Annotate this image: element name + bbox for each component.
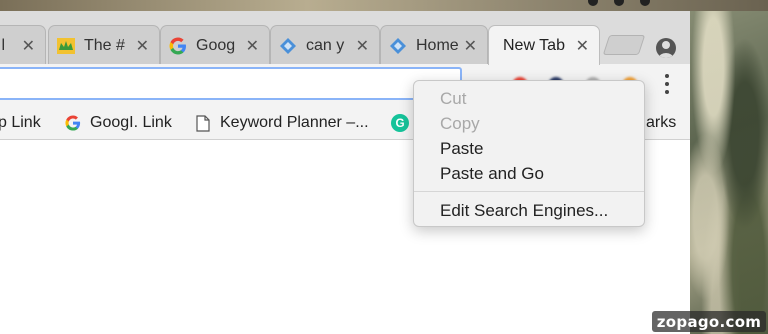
profile-icon[interactable] <box>656 38 676 58</box>
tab-4[interactable]: can y ✕ <box>270 25 380 65</box>
close-icon[interactable]: ✕ <box>356 36 369 56</box>
menu-item-cut[interactable]: Cut <box>414 86 644 111</box>
page-icon <box>194 114 212 132</box>
tab-label: New Tab <box>503 36 565 54</box>
bookmark-label: GoogI. Link <box>90 114 172 131</box>
new-tab-button[interactable] <box>602 35 646 55</box>
crown-icon <box>57 37 75 55</box>
status-icon[interactable] <box>614 0 624 6</box>
address-bar[interactable] <box>0 67 462 100</box>
tab-label: can y <box>306 36 345 54</box>
status-icon[interactable] <box>588 0 598 6</box>
svg-text:G: G <box>395 117 404 130</box>
close-icon[interactable]: ✕ <box>576 36 589 56</box>
menu-separator <box>414 191 644 192</box>
bookmark-item[interactable]: Keyword Planner –... <box>194 112 369 134</box>
context-menu: Cut Copy Paste Paste and Go Edit Search … <box>413 80 645 227</box>
desktop-background <box>690 0 768 334</box>
tab-new-tab[interactable]: New Tab ✕ <box>488 25 600 65</box>
tab-5[interactable]: Home ✕ <box>380 25 488 65</box>
google-g-icon <box>64 114 82 132</box>
tab-strip: s l ✕ The # ✕ Goog ✕ <box>0 11 690 65</box>
tab-1[interactable]: s l ✕ <box>0 25 46 65</box>
tab-label: Home <box>416 36 458 54</box>
bookmark-label: Keyword Planner –... <box>220 114 369 131</box>
diamond-icon <box>389 37 407 55</box>
close-icon[interactable]: ✕ <box>22 36 35 56</box>
watermark: zopago.com <box>652 311 766 332</box>
bookmark-item[interactable]: GoogI. Link <box>64 112 172 134</box>
tab-2[interactable]: The # ✕ <box>48 25 160 65</box>
status-icon[interactable] <box>640 0 650 6</box>
menu-item-edit-search-engines[interactable]: Edit Search Engines... <box>414 198 644 223</box>
close-icon[interactable]: ✕ <box>246 36 259 56</box>
bookmark-item[interactable]: arks <box>646 112 676 134</box>
close-icon[interactable]: ✕ <box>136 36 149 56</box>
bookmark-label: arks <box>646 114 677 131</box>
menu-item-copy[interactable]: Copy <box>414 111 644 136</box>
tab-label: Goog <box>196 36 236 54</box>
tab-3[interactable]: Goog ✕ <box>160 25 270 65</box>
google-g-icon <box>169 37 187 55</box>
diamond-icon <box>279 37 297 55</box>
menu-item-paste[interactable]: Paste <box>414 136 644 161</box>
bookmark-item[interactable]: p Link <box>0 112 41 134</box>
grammarly-icon: G <box>391 114 409 132</box>
menu-item-paste-and-go[interactable]: Paste and Go <box>414 161 644 186</box>
more-menu-icon[interactable] <box>663 74 671 94</box>
close-icon[interactable]: ✕ <box>464 36 477 56</box>
bookmark-label: p Link <box>0 114 41 131</box>
menu-bar-strip <box>0 0 768 11</box>
tab-label: s l <box>0 36 5 54</box>
tab-label: The # <box>84 36 125 54</box>
